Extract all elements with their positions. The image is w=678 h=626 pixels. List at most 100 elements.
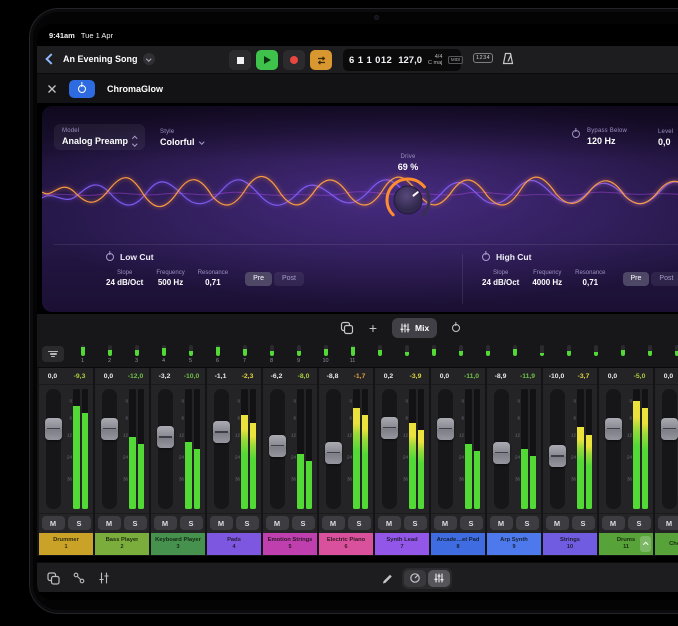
- fader-handle[interactable]: [213, 421, 230, 443]
- browser-button[interactable]: [47, 572, 60, 585]
- fader-handle[interactable]: [325, 442, 342, 464]
- solo-button[interactable]: S: [236, 516, 259, 530]
- track-label[interactable]: Bass Player 2: [95, 533, 149, 555]
- resonance-param[interactable]: Resonance 0,71: [198, 270, 228, 287]
- post-button[interactable]: Post: [651, 272, 678, 286]
- low-cut-power-icon[interactable]: [106, 253, 114, 261]
- bridge-cell[interactable]: [663, 345, 678, 365]
- post-button[interactable]: Post: [274, 272, 304, 286]
- plugin-power-button[interactable]: [69, 80, 95, 98]
- mixer-view-button[interactable]: [428, 570, 450, 587]
- fader-track[interactable]: [102, 389, 117, 509]
- fader-handle[interactable]: [101, 418, 118, 440]
- track-label[interactable]: Arcade…et Pad 8: [431, 533, 485, 555]
- bridge-cell[interactable]: [447, 345, 474, 365]
- fader-track[interactable]: [494, 389, 509, 509]
- fader-db-value[interactable]: 0,0: [599, 373, 626, 380]
- mute-button[interactable]: M: [210, 516, 233, 530]
- mute-button[interactable]: M: [42, 516, 65, 530]
- bridge-cell[interactable]: 8: [258, 345, 285, 365]
- fader-handle[interactable]: [157, 426, 174, 448]
- track-label[interactable]: Arp Synth 9: [487, 533, 541, 555]
- fader-handle[interactable]: [549, 445, 566, 467]
- bridge-cell[interactable]: [609, 345, 636, 365]
- fader-handle[interactable]: [661, 418, 678, 440]
- mute-button[interactable]: M: [658, 516, 678, 530]
- fader-handle[interactable]: [437, 418, 454, 440]
- fader-db-value[interactable]: -3,2: [151, 373, 178, 380]
- mute-button[interactable]: M: [490, 516, 513, 530]
- copy-button[interactable]: [340, 321, 354, 335]
- fader-track[interactable]: [606, 389, 621, 509]
- close-plugin-button[interactable]: [47, 84, 57, 94]
- solo-button[interactable]: S: [348, 516, 371, 530]
- fader-db-value[interactable]: 0,0: [95, 373, 122, 380]
- mute-button[interactable]: M: [602, 516, 625, 530]
- resonance-param[interactable]: Resonance 0,71: [575, 270, 605, 287]
- fader-db-value[interactable]: -6,2: [263, 373, 290, 380]
- solo-button[interactable]: S: [628, 516, 651, 530]
- drive-control[interactable]: Drive 69 %: [372, 154, 444, 231]
- edit-button[interactable]: [381, 572, 393, 585]
- fader-db-value[interactable]: 0,2: [375, 373, 402, 380]
- mute-button[interactable]: M: [434, 516, 457, 530]
- fader-track[interactable]: [438, 389, 453, 509]
- fader-db-value[interactable]: -1,1: [207, 373, 234, 380]
- bridge-cell[interactable]: 2: [96, 345, 123, 365]
- model-selector[interactable]: Model Analog Preamp: [54, 124, 145, 150]
- fader-track[interactable]: [158, 389, 173, 509]
- bridge-cell[interactable]: [555, 345, 582, 365]
- bridge-cell[interactable]: [474, 345, 501, 365]
- pre-button[interactable]: Pre: [623, 272, 650, 286]
- frequency-param[interactable]: Frequency 500 Hz: [156, 270, 184, 287]
- bridge-cell[interactable]: 1: [69, 345, 96, 365]
- bridge-cell[interactable]: [393, 345, 420, 365]
- track-label[interactable]: Emotion Strings 5: [263, 533, 317, 555]
- bypass-below-control[interactable]: Bypass Below 120 Hz: [572, 128, 627, 146]
- mute-button[interactable]: M: [546, 516, 569, 530]
- track-label[interactable]: Drummer 1: [39, 533, 93, 555]
- solo-button[interactable]: S: [572, 516, 595, 530]
- solo-button[interactable]: S: [460, 516, 483, 530]
- solo-button[interactable]: S: [404, 516, 427, 530]
- solo-button[interactable]: S: [180, 516, 203, 530]
- fader-handle[interactable]: [381, 417, 398, 439]
- collapse-chevron-icon[interactable]: [640, 536, 651, 552]
- bridge-cell[interactable]: [636, 345, 663, 365]
- fader-handle[interactable]: [605, 418, 622, 440]
- channel-controls-button[interactable]: [98, 572, 110, 584]
- fader-track[interactable]: [550, 389, 565, 509]
- frequency-param[interactable]: Frequency 4000 Hz: [532, 270, 562, 287]
- play-button[interactable]: [256, 50, 278, 70]
- fader-handle[interactable]: [269, 435, 286, 457]
- bridge-cell[interactable]: 3: [123, 345, 150, 365]
- bridge-cell[interactable]: 6: [204, 345, 231, 365]
- style-selector[interactable]: Style Colorful: [160, 129, 203, 147]
- track-label[interactable]: Drums 11: [599, 533, 653, 555]
- solo-button[interactable]: S: [124, 516, 147, 530]
- fader-handle[interactable]: [493, 442, 510, 464]
- fader-track[interactable]: [662, 389, 677, 509]
- fader-db-value[interactable]: 0,0: [39, 373, 66, 380]
- add-button[interactable]: +: [369, 321, 377, 335]
- drive-knob[interactable]: [382, 174, 434, 226]
- slope-param[interactable]: Slope 24 dB/Oct: [482, 270, 519, 287]
- routing-button[interactable]: [73, 572, 85, 584]
- fader-track[interactable]: [214, 389, 229, 509]
- fader-track[interactable]: [270, 389, 285, 509]
- record-button[interactable]: [283, 50, 305, 70]
- bridge-cell[interactable]: [420, 345, 447, 365]
- mute-button[interactable]: M: [378, 516, 401, 530]
- bridge-cell[interactable]: 10: [312, 345, 339, 365]
- controls-view-button[interactable]: [404, 570, 426, 587]
- mute-button[interactable]: M: [266, 516, 289, 530]
- track-label[interactable]: Electric Piano 6: [319, 533, 373, 555]
- count-in-button[interactable]: 1234: [473, 53, 493, 63]
- track-label[interactable]: Synth Lead 7: [375, 533, 429, 555]
- stop-button[interactable]: [229, 50, 251, 70]
- bridge-cell[interactable]: [528, 345, 555, 365]
- slope-param[interactable]: Slope 24 dB/Oct: [106, 270, 143, 287]
- song-title-menu[interactable]: An Evening Song: [63, 53, 155, 65]
- fader-handle[interactable]: [45, 418, 62, 440]
- fader-db-value[interactable]: -8,9: [487, 373, 514, 380]
